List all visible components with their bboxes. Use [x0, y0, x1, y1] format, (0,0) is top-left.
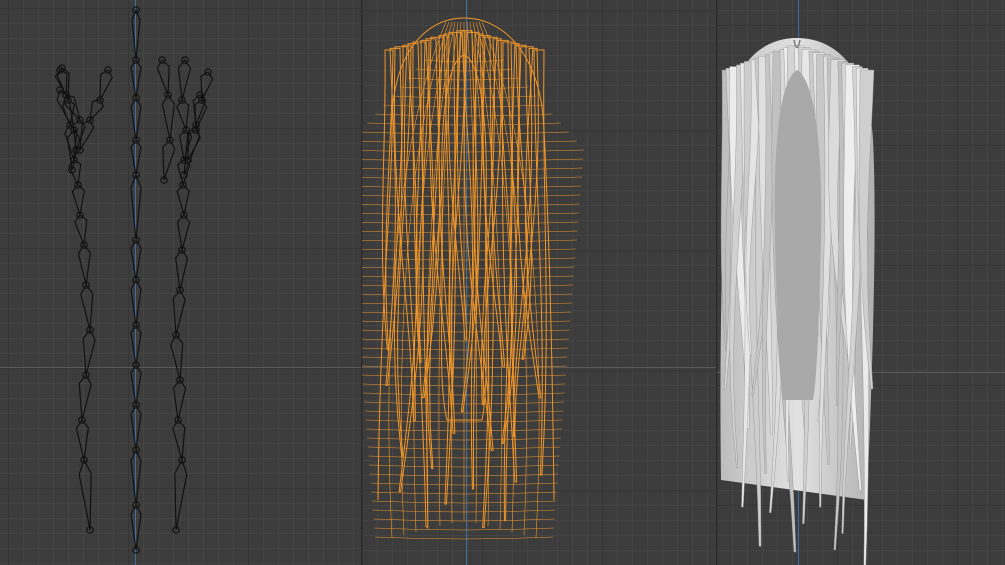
hair-strand	[533, 49, 547, 476]
bone[interactable]	[174, 458, 188, 531]
bone[interactable]	[162, 139, 176, 181]
bone[interactable]	[66, 129, 81, 171]
bone[interactable]	[161, 93, 176, 141]
bone[interactable]	[174, 249, 189, 291]
mesh-loop	[362, 212, 579, 216]
bone[interactable]	[177, 59, 192, 101]
3d-viewport-area[interactable]	[0, 0, 1005, 565]
wireframe-viewport[interactable]	[362, 0, 717, 565]
bone[interactable]	[80, 283, 94, 331]
bone[interactable]	[176, 184, 190, 216]
bone[interactable]	[78, 458, 92, 531]
bone[interactable]	[130, 448, 142, 506]
hair-strand	[422, 38, 441, 399]
solid-viewport[interactable]	[717, 0, 1005, 565]
bone[interactable]	[172, 379, 187, 421]
mesh-loop	[362, 365, 567, 369]
bone[interactable]	[130, 503, 142, 551]
bone[interactable]	[172, 288, 186, 336]
bone[interactable]	[170, 333, 184, 381]
bone[interactable]	[82, 328, 96, 376]
bone[interactable]	[176, 99, 190, 131]
bone[interactable]	[176, 214, 191, 251]
mesh-loop	[374, 527, 554, 531]
mesh-loop	[362, 239, 577, 243]
bone[interactable]	[74, 214, 88, 246]
bone[interactable]	[130, 58, 142, 99]
hair-strand	[381, 49, 394, 351]
bone[interactable]	[130, 323, 142, 366]
hair-solid-mesh[interactable]	[717, 0, 1005, 565]
mesh-loop	[374, 536, 554, 540]
bone[interactable]	[130, 238, 142, 281]
bone[interactable]	[99, 69, 113, 101]
bone[interactable]	[172, 419, 186, 461]
bone[interactable]	[71, 184, 86, 216]
bone[interactable]	[130, 173, 142, 241]
mesh-loop	[362, 302, 572, 306]
face-cavity	[774, 70, 822, 400]
mesh-loop	[362, 248, 577, 252]
bone[interactable]	[156, 59, 170, 96]
bone[interactable]	[130, 138, 142, 176]
armature-viewport[interactable]	[0, 0, 362, 565]
mesh-loop	[362, 347, 569, 351]
bone[interactable]	[130, 363, 142, 406]
bone[interactable]	[130, 278, 142, 326]
bone[interactable]	[131, 8, 141, 61]
armature-bones[interactable]	[0, 0, 362, 565]
mesh-loop	[362, 311, 572, 315]
bone[interactable]	[130, 96, 142, 141]
bone[interactable]	[77, 244, 92, 286]
mesh-loop	[362, 221, 579, 225]
hair-strand	[517, 46, 542, 399]
bone[interactable]	[130, 403, 142, 451]
bone[interactable]	[75, 419, 90, 461]
bone[interactable]	[78, 373, 92, 421]
hair-wireframe-mesh[interactable]	[362, 0, 717, 565]
